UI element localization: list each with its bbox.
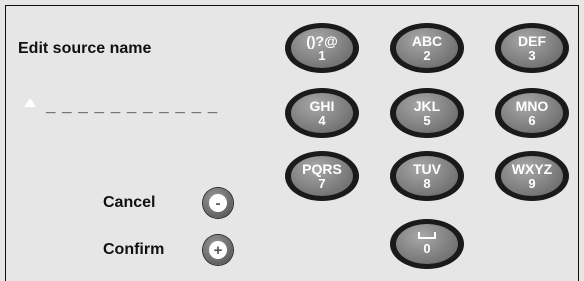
space-bar-icon	[418, 232, 436, 240]
key-letters: PQRS	[302, 160, 342, 177]
key-letters: WXYZ	[511, 160, 553, 177]
plus-icon: +	[209, 241, 227, 259]
confirm-label: Confirm	[103, 241, 165, 258]
key-letters: ()?@	[306, 32, 338, 49]
key-5[interactable]: JKL 5	[390, 88, 464, 138]
key-1[interactable]: ()?@ 1	[285, 23, 359, 73]
key-digit: 6	[528, 112, 536, 128]
key-letters: JKL	[413, 97, 441, 114]
key-letters: DEF	[518, 32, 546, 49]
key-digit: 0	[423, 241, 431, 257]
key-letters: ABC	[411, 32, 443, 49]
name-entry-field[interactable]: _ _ _ _ _ _ _ _ _ _ _	[46, 96, 218, 116]
minus-icon: -	[209, 194, 227, 212]
key-digit: 3	[528, 47, 536, 63]
key-digit: 7	[318, 175, 326, 191]
key-digit: 9	[528, 175, 536, 191]
dialog-title: Edit source name	[18, 40, 152, 57]
key-letters: GHI	[309, 97, 335, 114]
key-letters: TUV	[413, 160, 441, 177]
key-letters: MNO	[515, 97, 549, 114]
cancel-button[interactable]: -	[203, 188, 233, 218]
key-7[interactable]: PQRS 7	[285, 151, 359, 201]
cursor-triangle-icon	[24, 98, 36, 107]
key-3[interactable]: DEF 3	[495, 23, 569, 73]
key-6[interactable]: MNO 6	[495, 88, 569, 138]
key-9[interactable]: WXYZ 9	[495, 151, 569, 201]
cancel-label: Cancel	[103, 194, 156, 211]
key-8[interactable]: TUV 8	[390, 151, 464, 201]
key-digit: 2	[423, 47, 431, 63]
key-digit: 1	[318, 47, 326, 63]
key-digit: 5	[423, 112, 431, 128]
key-2[interactable]: ABC 2	[390, 23, 464, 73]
key-digit: 8	[423, 175, 431, 191]
edit-name-dialog: Edit source name _ _ _ _ _ _ _ _ _ _ _ C…	[5, 5, 579, 281]
confirm-button[interactable]: +	[203, 235, 233, 265]
key-4[interactable]: GHI 4	[285, 88, 359, 138]
key-0[interactable]: 0	[390, 219, 464, 269]
key-digit: 4	[318, 112, 326, 128]
